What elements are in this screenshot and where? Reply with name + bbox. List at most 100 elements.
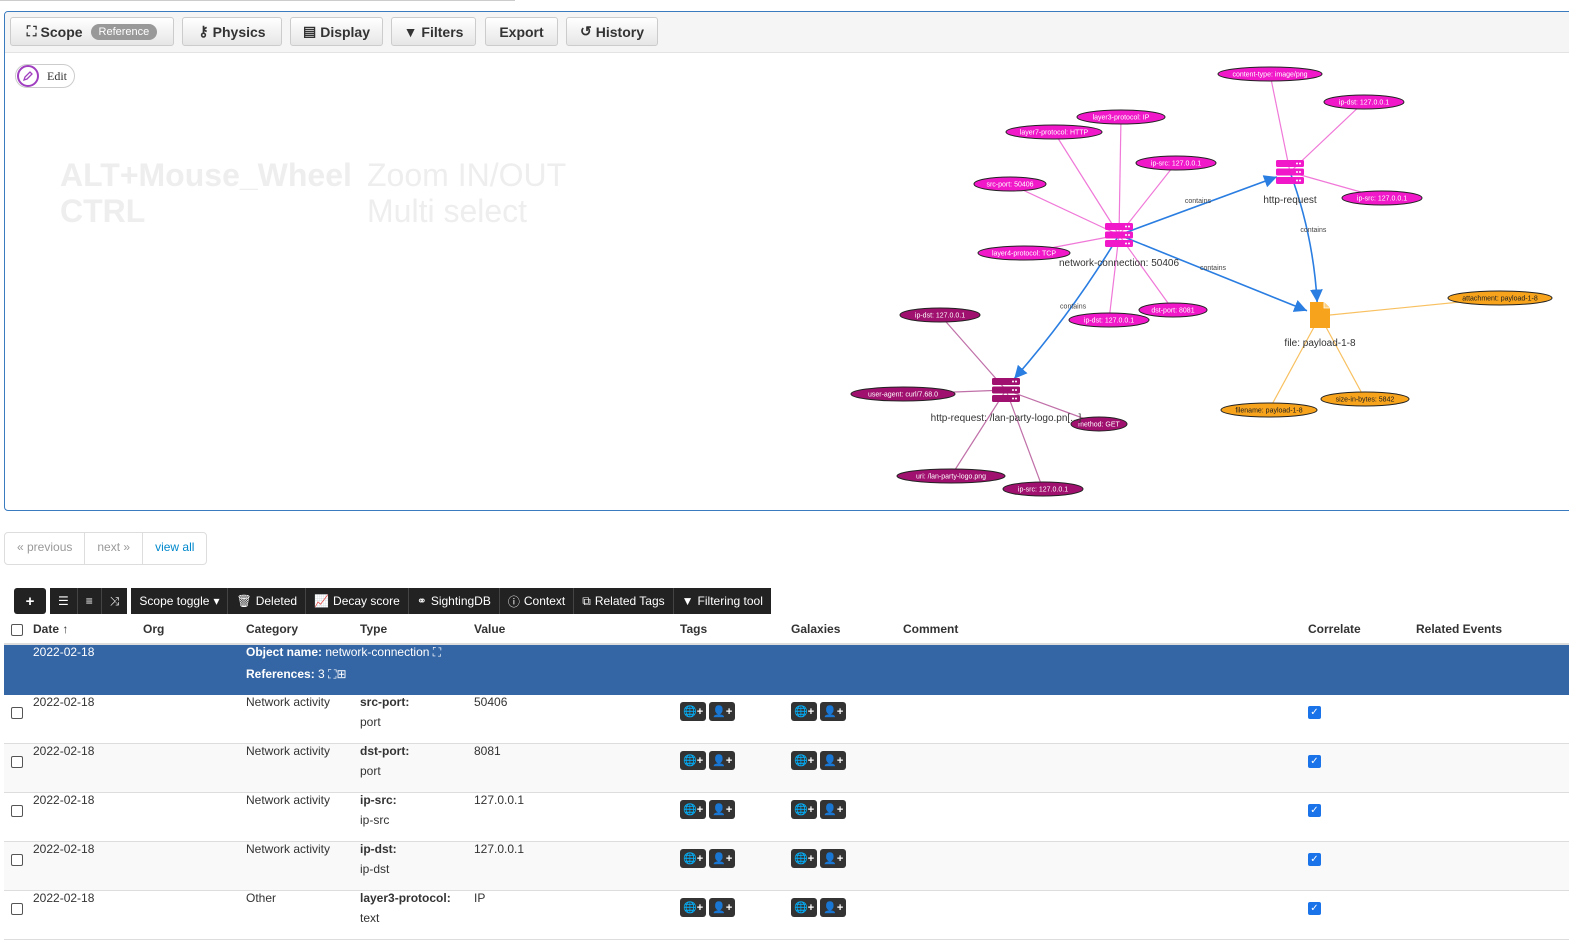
col-correlate: Correlate <box>1308 615 1416 645</box>
row-select-cell <box>4 792 33 842</box>
attribute-node[interactable]: layer7-protocol: HTTP <box>1005 124 1103 140</box>
col-date[interactable]: Date ↑ <box>33 615 143 645</box>
add-global-galaxy-icon[interactable]: 🌐+ <box>791 849 818 868</box>
correlate-checkbox[interactable]: ✓ <box>1308 804 1321 817</box>
col-category[interactable]: Category <box>246 615 360 645</box>
add-local-galaxy-icon[interactable]: 👤+ <box>820 898 847 917</box>
row-correlate: ✓ <box>1308 695 1416 744</box>
row-checkbox[interactable] <box>11 854 23 866</box>
attribute-node[interactable]: src-port: 50406 <box>973 176 1047 192</box>
row-checkbox[interactable] <box>11 805 23 817</box>
attribute-edge <box>1118 116 1122 236</box>
row-correlate: ✓ <box>1308 841 1416 891</box>
view-all-link[interactable]: view all <box>143 533 206 564</box>
row-type-name: src-port: <box>360 695 410 709</box>
file-object-node[interactable]: file: payload-1-8 <box>1284 302 1356 349</box>
correlate-checkbox[interactable]: ✓ <box>1308 853 1321 866</box>
correlate-checkbox[interactable]: ✓ <box>1308 902 1321 915</box>
attribute-node[interactable]: size-in-bytes: 5842 <box>1320 391 1410 407</box>
attribute-node[interactable]: ip-dst: 127.0.0.1 <box>899 307 981 323</box>
add-local-tag-icon[interactable]: 👤+ <box>709 800 736 819</box>
attribute-edge <box>1005 389 1044 490</box>
add-local-galaxy-icon[interactable]: 👤+ <box>820 751 847 770</box>
add-local-tag-icon[interactable]: 👤+ <box>709 751 736 770</box>
select-all-checkbox[interactable] <box>11 623 23 636</box>
scope-toggle-button[interactable]: Scope toggle ▾ <box>131 588 229 614</box>
add-global-galaxy-icon[interactable]: 🌐+ <box>791 702 818 721</box>
next-link[interactable]: next » <box>85 533 144 564</box>
row-checkbox[interactable] <box>11 756 23 768</box>
correlate-checkbox[interactable]: ✓ <box>1308 755 1321 768</box>
random-view-button[interactable]: ⤨ <box>101 588 128 614</box>
add-local-galaxy-icon[interactable]: 👤+ <box>820 702 847 721</box>
table-row[interactable]: 2022-02-18 Other layer3-protocol: text IP 🌐+ 👤… <box>4 890 1569 940</box>
add-attribute-button[interactable]: + <box>14 588 46 614</box>
row-correlate: ✓ <box>1308 890 1416 940</box>
reference-edge[interactable] <box>1118 234 1308 312</box>
add-global-galaxy-icon[interactable]: 🌐+ <box>791 751 818 770</box>
list-view-button[interactable]: ☰ <box>50 588 78 614</box>
table-row[interactable]: 2022-02-18 Network activity src-port: port 5… <box>4 695 1569 744</box>
add-global-galaxy-icon[interactable]: 🌐+ <box>791 898 818 917</box>
attribute-node[interactable]: user-agent: curl/7.68.0 <box>850 386 956 402</box>
add-global-tag-icon[interactable]: 🌐+ <box>680 800 707 819</box>
attribute-node-label: ip-dst: 127.0.0.1 <box>915 313 965 320</box>
reference-graph[interactable]: contains contains contains contains layer3-p… <box>5 12 1569 511</box>
decay-score-button[interactable]: 📈 Decay score <box>306 588 409 614</box>
expand-icon[interactable]: ⛶ <box>433 645 441 659</box>
attribute-node-label: size-in-bytes: 5842 <box>1336 397 1395 404</box>
object-node[interactable]: http-request <box>1263 160 1317 206</box>
deleted-button[interactable]: 🗑 Deleted <box>228 588 307 614</box>
add-local-tag-icon[interactable]: 👤+ <box>709 849 736 868</box>
attribute-node[interactable]: ip-dst: 127.0.0.1 <box>1323 94 1405 110</box>
attribute-node[interactable]: uri: /lan-party-logo.png <box>896 468 1006 484</box>
attribute-node[interactable]: ip-src: 127.0.0.1 <box>1002 481 1084 497</box>
col-org[interactable]: Org <box>143 615 246 645</box>
row-type-sub: text <box>360 911 380 925</box>
col-comment[interactable]: Comment <box>903 615 1308 645</box>
correlate-checkbox[interactable]: ✓ <box>1308 706 1321 719</box>
add-local-tag-icon[interactable]: 👤+ <box>709 702 736 721</box>
attribute-node[interactable]: ip-dst: 127.0.0.1 <box>1068 312 1150 328</box>
reference-edge[interactable] <box>1289 171 1323 303</box>
add-global-galaxy-icon[interactable]: 🌐+ <box>791 800 818 819</box>
attribute-node[interactable]: ip-src: 127.0.0.1 <box>1341 190 1423 206</box>
add-global-tag-icon[interactable]: 🌐+ <box>680 898 707 917</box>
row-correlate: ✓ <box>1308 743 1416 793</box>
filtering-tool-button[interactable]: ▼ Filtering tool <box>673 588 771 614</box>
table-row[interactable]: 2022-02-18 Network activity ip-dst: ip-dst 1… <box>4 841 1569 891</box>
add-local-tag-icon[interactable]: 👤+ <box>709 898 736 917</box>
context-button[interactable]: ⓘ Context <box>499 588 575 614</box>
related-tags-button[interactable]: ⧉ Related Tags <box>574 588 674 614</box>
plus-square-icon[interactable]: ⊞ <box>336 667 346 681</box>
row-value: 8081 <box>474 743 680 793</box>
attribute-node[interactable]: dst-port: 8081 <box>1138 302 1208 318</box>
object-info: Object name: network-connection ⛶ Refere… <box>246 644 680 695</box>
object-node[interactable]: http-request: /lan-party-logo.pn[...] <box>931 378 1082 424</box>
attribute-node[interactable]: layer3-protocol: IP <box>1076 109 1166 125</box>
sightingdb-button[interactable]: ⚭ SightingDB <box>408 588 500 614</box>
attribute-node[interactable]: ip-src: 127.0.0.1 <box>1135 155 1217 171</box>
col-value[interactable]: Value <box>474 615 680 645</box>
attribute-node[interactable]: layer4-protocol: TCP <box>977 245 1071 261</box>
row-type: ip-dst: ip-dst <box>360 841 474 891</box>
add-global-tag-icon[interactable]: 🌐+ <box>680 849 707 868</box>
attribute-node[interactable]: filename: payload-1-8 <box>1220 402 1318 418</box>
object-node[interactable]: network-connection: 50406 <box>1059 223 1180 269</box>
table-row[interactable]: 2022-02-18 Network activity dst-port: port 8… <box>4 743 1569 793</box>
table-row[interactable]: 2022-02-18 Network activity ip-src: ip-src 1… <box>4 792 1569 842</box>
row-checkbox[interactable] <box>11 903 23 915</box>
attribute-node[interactable]: content-type: image/png <box>1217 66 1323 82</box>
add-global-tag-icon[interactable]: 🌐+ <box>680 702 707 721</box>
add-local-galaxy-icon[interactable]: 👤+ <box>820 800 847 819</box>
previous-link[interactable]: « previous <box>5 533 86 564</box>
object-row[interactable]: 2022-02-18 Object name: network-connecti… <box>4 644 1569 695</box>
object-node-label: http-request <box>1263 195 1317 206</box>
add-global-tag-icon[interactable]: 🌐+ <box>680 751 707 770</box>
row-checkbox[interactable] <box>11 707 23 719</box>
compact-view-button[interactable]: ≡ <box>77 588 102 614</box>
add-local-galaxy-icon[interactable]: 👤+ <box>820 849 847 868</box>
attribute-node[interactable]: attachment: payload-1-8 <box>1447 290 1553 306</box>
graph-panel[interactable]: ⛶ Scope Reference ⚷ Physics ▤ Display ▼ … <box>4 11 1569 511</box>
col-type[interactable]: Type <box>360 615 474 645</box>
